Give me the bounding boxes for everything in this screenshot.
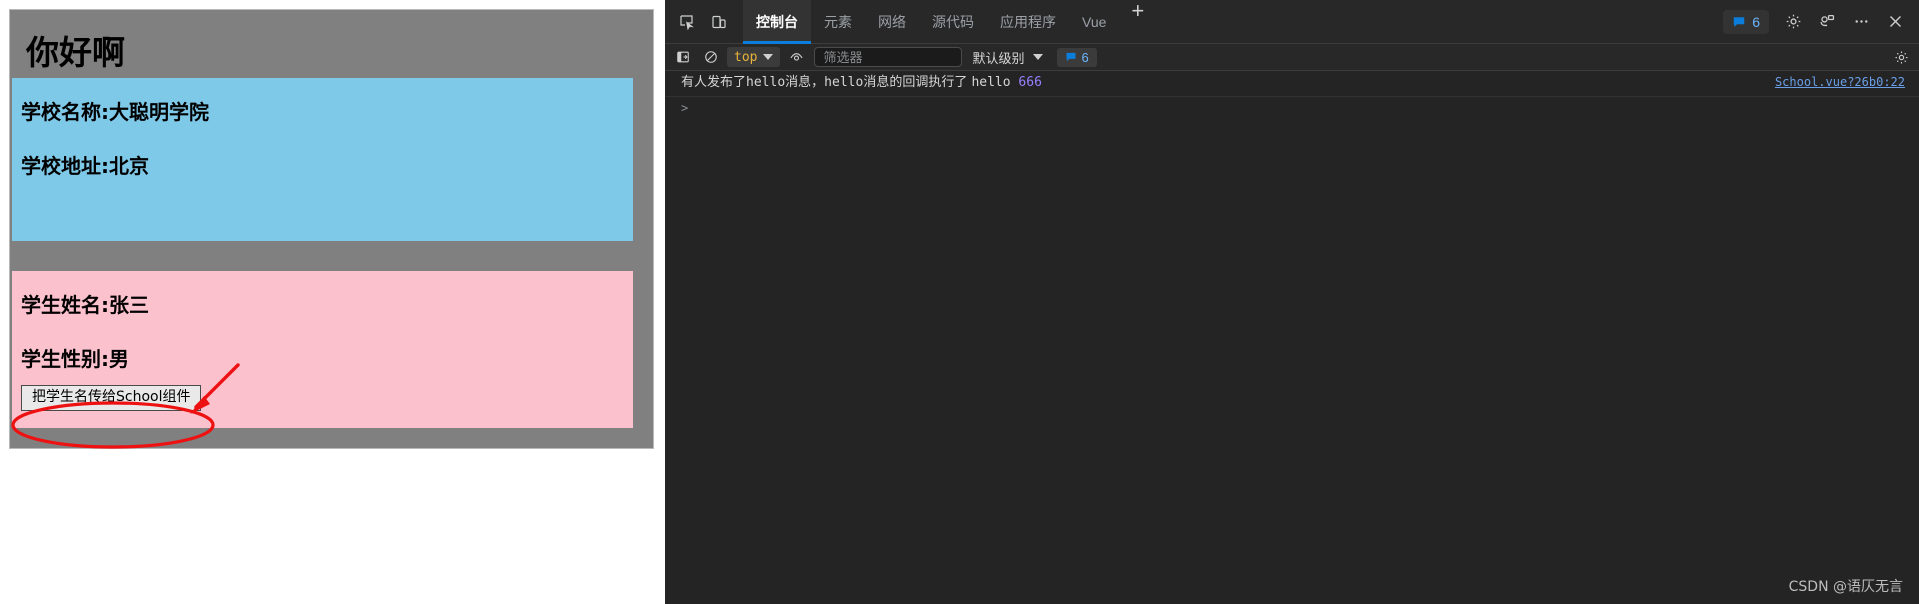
- tab-network[interactable]: 网络: [865, 0, 919, 44]
- console-source-link[interactable]: School.vue?26b0:22: [1775, 75, 1905, 89]
- send-student-name-button[interactable]: 把学生名传给School组件: [21, 385, 202, 412]
- tab-vue[interactable]: Vue: [1069, 0, 1119, 44]
- csdn-watermark: CSDN @语仄无言: [1788, 579, 1903, 595]
- devtools-tabs: 控制台 元素 网络 源代码 应用程序 Vue +: [743, 0, 1156, 44]
- tab-application[interactable]: 应用程序: [987, 0, 1069, 44]
- log-level-label: 默认级别: [972, 50, 1025, 66]
- console-message-suffix: 消息的回调执行了: [863, 75, 972, 90]
- feedback-icon[interactable]: [1812, 7, 1842, 37]
- tab-vue-label: Vue: [1082, 13, 1107, 30]
- browser-page-pane: 你好啊 学校名称:大聪明学院 学校地址:北京 学生姓名:张三 学生性别:男 把学…: [0, 0, 665, 604]
- console-message-list: 有人发布了hello消息，hello消息的回调执行了 hello 666 Sch…: [665, 71, 1919, 604]
- add-tab-button[interactable]: +: [1119, 0, 1156, 44]
- tab-console[interactable]: 控制台: [743, 0, 811, 44]
- console-message-code2: hello: [824, 75, 864, 90]
- tab-elements-label: 元素: [824, 13, 852, 30]
- clear-console-icon[interactable]: [699, 46, 723, 68]
- issues-icon: [1733, 16, 1745, 27]
- console-sidebar-icon[interactable]: [671, 46, 695, 68]
- school-name-text: 学校名称:大聪明学院: [21, 100, 209, 124]
- log-level-select[interactable]: 默认级别: [966, 46, 1048, 69]
- console-message-text: 有人发布了hello消息，hello消息的回调执行了 hello 666: [681, 74, 1042, 92]
- console-filter-input[interactable]: [814, 47, 963, 67]
- tab-console-label: 控制台: [756, 13, 798, 30]
- issues-badge[interactable]: 6: [1723, 9, 1769, 34]
- school-address-text: 学校地址:北京: [21, 154, 149, 178]
- more-options-icon[interactable]: [1846, 7, 1876, 37]
- tab-application-label: 应用程序: [1000, 13, 1056, 30]
- console-prompt-caret: >: [681, 100, 689, 115]
- tabbar-actions: 6: [1723, 7, 1919, 37]
- message-count-badge[interactable]: 6: [1056, 47, 1097, 67]
- student-component-container: 学生姓名:张三 学生性别:男 把学生名传给School组件: [12, 271, 633, 428]
- page-title: 你好啊: [26, 33, 125, 72]
- chevron-down-icon: [763, 54, 774, 60]
- message-icon: [1066, 52, 1075, 62]
- console-message-prefix: 有人发布了: [681, 75, 747, 90]
- tab-sources-label: 源代码: [932, 13, 974, 30]
- live-expression-icon[interactable]: [784, 46, 808, 68]
- console-settings-gear-icon[interactable]: [1889, 46, 1913, 68]
- tab-sources[interactable]: 源代码: [919, 0, 987, 44]
- screenshot-root: 你好啊 学校名称:大聪明学院 学校地址:北京 学生姓名:张三 学生性别:男 把学…: [0, 0, 1919, 604]
- execution-context-label: top: [734, 49, 758, 65]
- tab-network-label: 网络: [878, 13, 906, 30]
- student-name-text: 学生姓名:张三: [21, 293, 149, 317]
- inspect-element-icon[interactable]: [672, 7, 702, 37]
- devtools-panel: 控制台 元素 网络 源代码 应用程序 Vue + 6 top 筛选器 默认级别 …: [665, 0, 1919, 604]
- console-message-number: 666: [1018, 75, 1042, 90]
- message-count: 6: [1081, 49, 1089, 65]
- console-message-code1: hello: [746, 75, 786, 90]
- issues-count: 6: [1752, 13, 1760, 30]
- tab-elements[interactable]: 元素: [811, 0, 865, 44]
- console-message-arg: hello: [971, 75, 1011, 90]
- execution-context-select[interactable]: top: [727, 47, 781, 67]
- school-component-container: 学校名称:大聪明学院 学校地址:北京: [12, 78, 633, 241]
- devtools-tabbar: 控制台 元素 网络 源代码 应用程序 Vue + 6: [665, 0, 1919, 44]
- gear-icon[interactable]: [1778, 7, 1808, 37]
- student-gender-text: 学生性别:男: [21, 347, 129, 371]
- console-filter-bar: top 默认级别 6: [665, 44, 1919, 71]
- chevron-down-icon-level: [1032, 54, 1043, 60]
- device-toolbar-icon[interactable]: [704, 7, 734, 37]
- console-prompt-row[interactable]: >: [665, 97, 1919, 115]
- close-icon[interactable]: [1880, 7, 1910, 37]
- console-message-mid: 消息，: [785, 75, 825, 90]
- console-message-row[interactable]: 有人发布了hello消息，hello消息的回调执行了 hello 666 Sch…: [665, 71, 1919, 97]
